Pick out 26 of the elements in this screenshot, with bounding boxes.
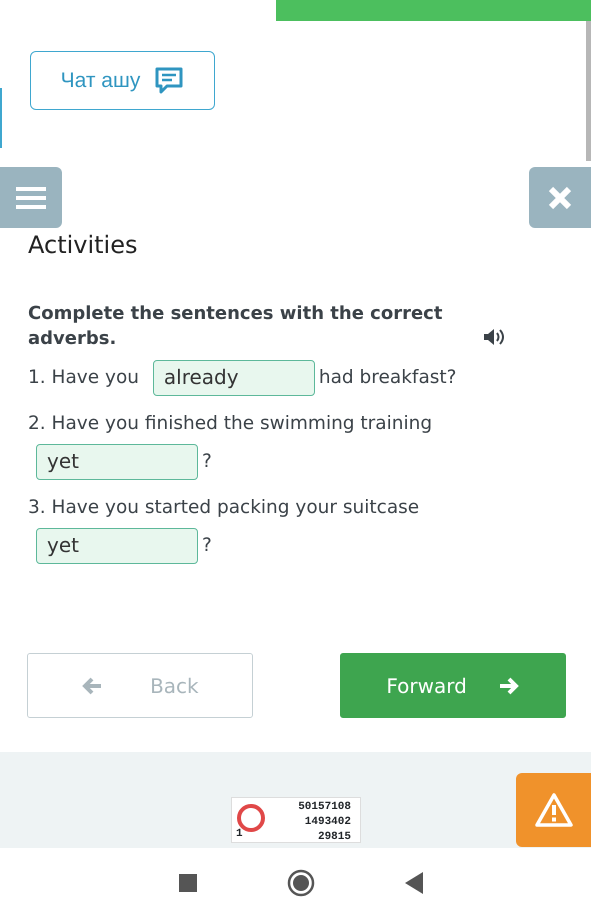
close-icon — [548, 186, 572, 210]
warning-icon — [534, 792, 574, 828]
sentence-text: ? — [202, 451, 212, 472]
counter-number: 29815 — [316, 830, 351, 845]
recents-icon[interactable] — [178, 874, 196, 892]
answer-field[interactable]: yet — [36, 528, 198, 564]
ring-icon — [235, 802, 267, 834]
menu-icon — [16, 186, 46, 210]
answer-field[interactable]: already — [152, 360, 315, 396]
chat-icon — [154, 66, 184, 94]
speaker-icon[interactable] — [483, 328, 505, 346]
counter-number: 1 — [236, 827, 243, 842]
page-heading: Activities — [28, 230, 138, 261]
sentence-text: 3. Have you started packing your suitcase — [28, 497, 420, 518]
sentence-text: had breakfast? — [318, 367, 456, 388]
counter-number: 1493402 — [304, 815, 351, 830]
sentence-text: ? — [202, 535, 212, 556]
left-arrow-icon — [81, 676, 104, 695]
sentence-text: 1. Have you — [28, 367, 139, 388]
sentence-text: 2. Have you finished the swimming training — [28, 413, 432, 434]
instruction-text: Complete the sentences with the correct adverbs. — [28, 302, 444, 352]
right-arrow-icon — [498, 676, 520, 695]
home-icon[interactable] — [286, 869, 314, 897]
counter-number: 50157108 — [298, 800, 351, 815]
back-icon[interactable] — [404, 872, 422, 894]
answer-field[interactable]: yet — [36, 444, 198, 480]
